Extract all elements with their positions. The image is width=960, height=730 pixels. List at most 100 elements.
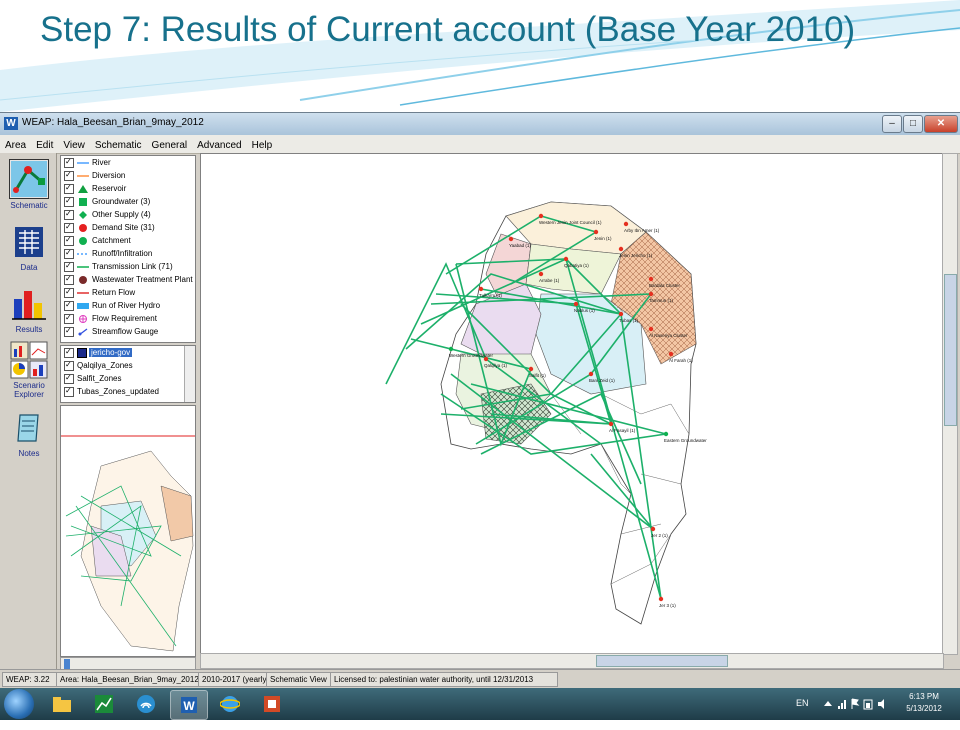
demand-site-icon[interactable] — [648, 291, 654, 297]
overview-map[interactable] — [60, 405, 196, 657]
demand-site-icon[interactable] — [618, 311, 624, 317]
legend-checkbox[interactable] — [64, 158, 74, 168]
demand-site-icon[interactable] — [608, 421, 614, 427]
demand-site-icon[interactable] — [668, 351, 674, 357]
legend-item-catchment[interactable]: Catchment — [64, 236, 131, 248]
taskbar-powerpoint[interactable] — [254, 690, 290, 718]
legend-checkbox[interactable] — [64, 210, 74, 220]
minimize-button[interactable]: – — [882, 115, 902, 133]
catchment-icon — [79, 237, 87, 245]
demand-site-icon[interactable] — [508, 236, 514, 242]
layer-checkbox[interactable] — [64, 361, 74, 371]
demand-site-icon[interactable] — [663, 431, 669, 437]
legend-item-wastewater-plant[interactable]: Wastewater Treatment Plant — [64, 275, 193, 287]
legend-item-diversion[interactable]: Diversion — [64, 171, 125, 183]
demand-site-icon[interactable] — [658, 596, 664, 602]
legend-checkbox[interactable] — [64, 249, 74, 259]
node-label: Salfit (1) — [529, 373, 546, 378]
node-label: Bani Zeid (1) — [589, 378, 615, 383]
demand-site-icon[interactable] — [538, 213, 544, 219]
start-button[interactable] — [4, 689, 34, 719]
layer-item[interactable]: Qalqilya_Zones — [64, 361, 133, 373]
scrollbar-thumb[interactable] — [944, 274, 957, 426]
layer-item[interactable]: Tubas_Zones_updated — [64, 387, 159, 399]
taskbar-clock[interactable]: 6:13 PM 5/13/2012 — [898, 691, 950, 715]
legend-checkbox[interactable] — [64, 223, 74, 233]
maximize-button[interactable]: □ — [903, 115, 923, 133]
demand-site-icon[interactable] — [648, 326, 654, 332]
demand-site-icon[interactable] — [448, 346, 454, 352]
legend-item-flow-requirement[interactable]: Flow Requirement — [64, 314, 157, 326]
close-button[interactable]: ✕ — [924, 115, 958, 133]
demand-site-icon[interactable] — [538, 271, 544, 277]
legend-checkbox[interactable] — [64, 197, 74, 207]
toolbar-notes[interactable]: Notes — [6, 409, 52, 458]
demand-site-icon[interactable] — [618, 246, 624, 252]
legend-item-run-of-river-hydro[interactable]: Run of River Hydro — [64, 301, 160, 313]
scrollbar-thumb[interactable] — [596, 655, 728, 667]
demand-site-icon[interactable] — [528, 366, 534, 372]
layer-checkbox[interactable] — [64, 374, 74, 384]
layer-checkbox[interactable] — [64, 387, 74, 397]
taskbar-weap[interactable]: W — [170, 690, 208, 720]
map-vertical-scrollbar[interactable] — [942, 153, 958, 655]
menu-area[interactable]: Area — [0, 137, 31, 151]
legend-checkbox[interactable] — [64, 288, 74, 298]
legend-checkbox[interactable] — [64, 262, 74, 272]
toolbar-data[interactable]: Data — [6, 223, 52, 272]
demand-site-icon[interactable] — [650, 526, 656, 532]
toolbar-schematic[interactable]: Schematic — [6, 159, 52, 210]
legend-checkbox[interactable] — [64, 171, 74, 181]
layer-item[interactable]: Salfit_Zones — [64, 374, 121, 386]
legend-item-river[interactable]: River — [64, 158, 111, 170]
status-version: WEAP: 3.22 — [2, 672, 58, 687]
slider-thumb[interactable] — [64, 659, 70, 669]
map-horizontal-scrollbar[interactable] — [200, 653, 944, 669]
demand-site-icon[interactable] — [478, 286, 484, 292]
layer-item[interactable]: jericho-gov — [64, 348, 133, 360]
schematic-map[interactable]: Western Jenin Joint Council (1) Jenin (1)… — [200, 153, 944, 655]
legend-item-other-supply[interactable]: Other Supply (4) — [64, 210, 151, 222]
toolbar-scenario-explorer[interactable]: Scenario Explorer — [6, 341, 52, 399]
menu-advanced[interactable]: Advanced — [192, 137, 246, 151]
demand-site-node[interactable]: Jer 3 (1) — [658, 596, 676, 608]
toolbar-schematic-label: Schematic — [10, 201, 48, 210]
legend-checkbox[interactable] — [64, 327, 74, 337]
legend-item-reservoir[interactable]: Reservoir — [64, 184, 126, 196]
reservoir-icon — [78, 185, 88, 193]
taskbar-chart-app[interactable] — [86, 690, 122, 718]
toolbar-results[interactable]: Results — [6, 285, 52, 334]
demand-site-icon[interactable] — [623, 221, 629, 227]
legend-checkbox[interactable] — [64, 236, 74, 246]
window-titlebar[interactable]: W WEAP: Hala_Beesan_Brian_9may_2012 – □ … — [0, 113, 960, 135]
menu-edit[interactable]: Edit — [31, 137, 58, 151]
node-label: Western Jenin Joint Council (1) — [539, 220, 602, 225]
demand-site-icon[interactable] — [563, 256, 569, 262]
demand-site-icon[interactable] — [648, 276, 654, 282]
layers-scrollbar[interactable] — [184, 346, 195, 402]
taskbar-ie[interactable] — [212, 690, 248, 718]
demand-site-icon[interactable] — [573, 301, 579, 307]
legend-item-return-flow[interactable]: Return Flow — [64, 288, 135, 300]
demand-site-icon[interactable] — [593, 229, 599, 235]
legend-item-streamflow-gauge[interactable]: Streamflow Gauge — [64, 327, 158, 339]
layer-checkbox[interactable] — [64, 348, 74, 358]
legend-item-groundwater[interactable]: Groundwater (3) — [64, 197, 150, 209]
menu-help[interactable]: Help — [247, 137, 278, 151]
language-indicator[interactable]: EN — [796, 698, 809, 730]
menu-schematic[interactable]: Schematic — [90, 137, 147, 151]
legend-checkbox[interactable] — [64, 275, 74, 285]
menu-general[interactable]: General — [147, 137, 193, 151]
legend-item-label: Run of River Hydro — [92, 301, 161, 311]
legend-checkbox[interactable] — [64, 184, 74, 194]
demand-site-icon[interactable] — [588, 371, 594, 377]
taskbar-explorer[interactable] — [44, 690, 80, 718]
taskbar-network[interactable] — [128, 690, 164, 718]
legend-checkbox[interactable] — [64, 314, 74, 324]
legend-item-runoff[interactable]: Runoff/Infiltration — [64, 249, 152, 261]
node-label: Jenin Jericho (1) — [619, 253, 653, 258]
menu-view[interactable]: View — [58, 137, 90, 151]
legend-item-demand-site[interactable]: Demand Site (31) — [64, 223, 155, 235]
legend-item-transmission-link[interactable]: Transmission Link (71) — [64, 262, 173, 274]
legend-checkbox[interactable] — [64, 301, 74, 311]
